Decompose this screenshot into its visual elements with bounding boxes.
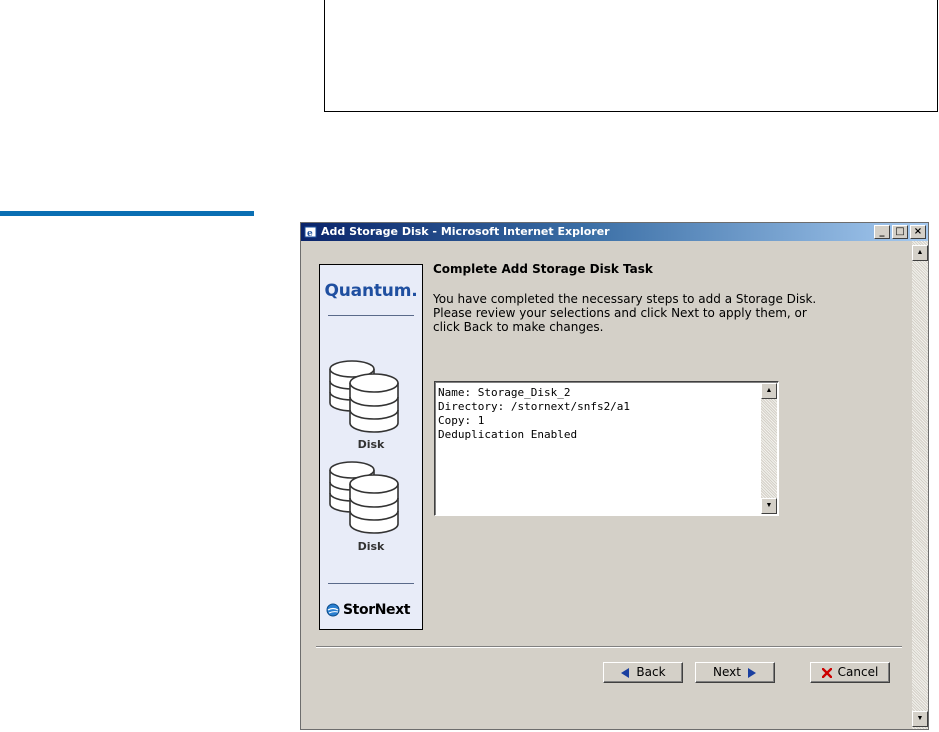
internet-explorer-icon: e <box>304 226 317 239</box>
dialog-content: Quantum. Disk Disk StorNext Complete Add… <box>303 241 911 729</box>
disk-label: Disk <box>357 438 385 451</box>
scroll-up-arrow-icon[interactable]: ▲ <box>761 383 777 399</box>
minimize-button[interactable]: _ <box>874 225 890 239</box>
cancel-button-label: Cancel <box>837 665 879 679</box>
disk-label: Disk <box>357 540 385 553</box>
scroll-down-arrow-icon[interactable]: ▼ <box>912 711 928 727</box>
stornext-logo-text: StorNext <box>343 602 411 618</box>
page-title: Complete Add Storage Disk Task <box>433 262 653 276</box>
next-arrow-icon <box>747 667 757 678</box>
scroll-up-arrow-icon[interactable]: ▲ <box>912 245 928 261</box>
summary-textarea[interactable]: Name: Storage_Disk_2 Directory: /stornext… <box>434 381 779 516</box>
svg-text:e: e <box>307 229 313 239</box>
stornext-logo: StorNext <box>326 599 418 621</box>
side-panel-divider <box>328 583 414 584</box>
disk-stack-icon <box>329 461 399 534</box>
summary-line: Name: Storage_Disk_2 <box>438 386 571 399</box>
next-button-label: Next <box>713 665 741 679</box>
summary-content: Name: Storage_Disk_2 Directory: /stornext… <box>438 386 758 442</box>
summary-line: Deduplication Enabled <box>438 428 578 441</box>
cancel-x-icon <box>821 667 832 678</box>
scroll-down-arrow-icon[interactable]: ▼ <box>761 498 777 514</box>
summary-line: Directory: /stornext/snfs2/a1 <box>438 400 631 413</box>
close-button[interactable]: × <box>910 225 926 239</box>
side-panel-divider <box>328 315 414 316</box>
summary-line: Copy: 1 <box>438 414 485 427</box>
browser-window: e Add Storage Disk - Microsoft Internet … <box>300 222 929 730</box>
summary-scrollbar[interactable]: ▲ ▼ <box>761 383 777 514</box>
quantum-logo-text: Quantum <box>324 281 412 301</box>
window-title: Add Storage Disk - Microsoft Internet Ex… <box>321 225 610 238</box>
window-scrollbar[interactable]: ▲ ▼ <box>912 241 928 729</box>
back-button[interactable]: Back <box>603 662 683 683</box>
maximize-button[interactable]: □ <box>892 225 908 239</box>
section-accent-rule <box>0 211 254 216</box>
document-frame-box <box>324 0 938 112</box>
instructions-text: You have completed the necessary steps t… <box>433 292 817 334</box>
disk-stack-icon <box>329 360 399 433</box>
back-button-label: Back <box>636 665 666 679</box>
wizard-side-panel: Quantum. Disk Disk StorNext <box>319 264 423 630</box>
next-button[interactable]: Next <box>695 662 775 683</box>
quantum-logo: Quantum. <box>320 281 422 301</box>
button-bar-divider <box>316 646 902 648</box>
window-title-bar[interactable]: e Add Storage Disk - Microsoft Internet … <box>301 223 928 241</box>
cancel-button[interactable]: Cancel <box>810 662 890 683</box>
quantum-logo-dot: . <box>411 281 418 301</box>
stornext-globe-icon <box>326 603 340 617</box>
window-controls: _ □ × <box>874 225 926 239</box>
back-arrow-icon <box>620 667 630 678</box>
